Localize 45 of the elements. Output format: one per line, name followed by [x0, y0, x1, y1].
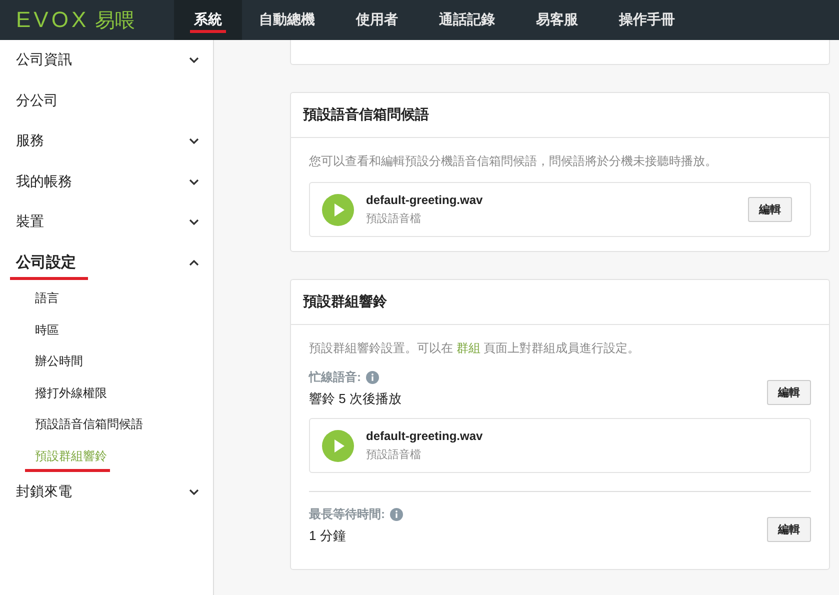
- play-icon[interactable]: [322, 194, 354, 226]
- sidebar-subitem[interactable]: 辦公時間: [0, 346, 213, 378]
- card-title: 預設群組響鈴: [291, 280, 829, 325]
- sidebar-item[interactable]: 服務: [0, 121, 213, 162]
- setting-value: 響鈴 5 次後播放: [309, 390, 402, 408]
- chevron-down-icon: [189, 178, 199, 185]
- play-icon[interactable]: [322, 430, 354, 462]
- file-type: 預設語音檔: [366, 448, 422, 462]
- info-icon: [366, 371, 379, 384]
- sidebar-item[interactable]: 裝置: [0, 202, 213, 242]
- nav-tab[interactable]: 易客服: [512, 0, 602, 40]
- edit-button[interactable]: 編輯: [767, 380, 811, 405]
- setting-value: 1 分鐘: [309, 527, 347, 545]
- sidebar-subitem[interactable]: 撥打外線權限: [0, 378, 213, 409]
- sidebar-item[interactable]: 封鎖來電: [0, 472, 213, 512]
- nav-tab[interactable]: 使用者: [332, 0, 422, 40]
- chevron-down-icon: [189, 489, 199, 496]
- description-text: 預設群組響鈴設置。可以在 群組 頁面上對群組成員進行設定。: [309, 340, 641, 357]
- edit-button[interactable]: 編輯: [767, 517, 811, 542]
- sidebar-subitem[interactable]: 預設語音信箱問候語: [0, 409, 213, 440]
- sidebar-subitem[interactable]: 語言: [0, 283, 213, 314]
- edit-button[interactable]: 編輯: [748, 197, 792, 222]
- logo-wordmark: EVOX: [16, 7, 90, 33]
- file-type: 預設語音檔: [366, 212, 422, 226]
- sidebar-subitem[interactable]: 時區: [0, 314, 213, 346]
- description-text: 您可以查看和編輯預設分機語音信箱問候語，問候語將於分機未接聽時播放。: [309, 153, 718, 170]
- logo-text: 易喂: [95, 8, 136, 34]
- sidebar-item[interactable]: 我的帳務: [0, 162, 213, 202]
- sidebar-item[interactable]: 公司設定: [0, 242, 213, 283]
- sidebar-item[interactable]: 分公司: [0, 80, 213, 121]
- info-icon: [390, 508, 403, 521]
- sidebar-item[interactable]: 公司資訊: [0, 40, 213, 80]
- chevron-down-icon: [189, 138, 199, 144]
- nav-tab[interactable]: 通話記錄: [422, 0, 512, 40]
- file-name: default-greeting.wav: [366, 429, 483, 443]
- chevron-down-icon: [189, 57, 199, 64]
- nav-tab[interactable]: 操作手冊: [602, 0, 692, 40]
- chevron-down-icon: [189, 219, 199, 226]
- nav-tab[interactable]: 自動總機: [242, 0, 332, 40]
- setting-label: 最長等待時間:: [309, 506, 385, 523]
- file-name: default-greeting.wav: [366, 193, 483, 207]
- setting-label: 忙線語音:: [309, 369, 361, 386]
- card-title: 預設語音信箱問候語: [291, 93, 829, 138]
- chevron-up-icon: [189, 260, 199, 266]
- nav-tab[interactable]: 系統: [174, 0, 242, 40]
